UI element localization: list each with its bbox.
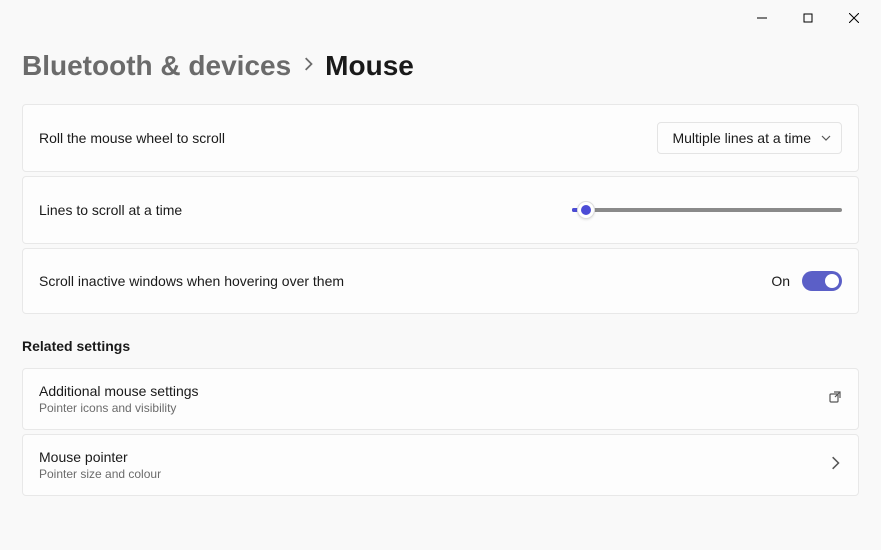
scroll-inactive-toggle[interactable] xyxy=(802,271,842,291)
mouse-pointer-link[interactable]: Mouse pointer Pointer size and colour xyxy=(22,434,859,496)
related-settings-heading: Related settings xyxy=(22,338,859,354)
link-title: Mouse pointer xyxy=(39,449,161,465)
scroll-mode-row: Roll the mouse wheel to scroll Multiple … xyxy=(22,104,859,172)
additional-mouse-settings-link[interactable]: Additional mouse settings Pointer icons … xyxy=(22,368,859,430)
minimize-icon xyxy=(757,13,767,23)
close-button[interactable] xyxy=(831,8,877,28)
maximize-icon xyxy=(803,13,813,23)
breadcrumb-parent[interactable]: Bluetooth & devices xyxy=(22,50,291,82)
slider-track xyxy=(572,208,842,212)
link-text-group: Additional mouse settings Pointer icons … xyxy=(39,383,199,415)
chevron-right-icon xyxy=(828,456,842,475)
lines-to-scroll-slider[interactable] xyxy=(572,200,842,220)
maximize-button[interactable] xyxy=(785,8,831,28)
close-icon xyxy=(849,13,859,23)
breadcrumb: Bluetooth & devices Mouse xyxy=(22,50,859,82)
toggle-knob xyxy=(825,274,839,288)
chevron-right-icon xyxy=(303,57,313,76)
scroll-mode-value: Multiple lines at a time xyxy=(672,130,811,146)
scroll-mode-dropdown[interactable]: Multiple lines at a time xyxy=(657,122,842,154)
main-content: Bluetooth & devices Mouse Roll the mouse… xyxy=(0,30,881,496)
scroll-inactive-label: Scroll inactive windows when hovering ov… xyxy=(39,273,344,289)
link-subtitle: Pointer size and colour xyxy=(39,467,161,481)
external-link-icon xyxy=(828,390,842,409)
chevron-down-icon xyxy=(821,133,831,143)
link-subtitle: Pointer icons and visibility xyxy=(39,401,199,415)
scroll-mode-label: Roll the mouse wheel to scroll xyxy=(39,130,225,146)
window-controls xyxy=(0,0,881,30)
toggle-state-text: On xyxy=(771,273,790,289)
minimize-button[interactable] xyxy=(739,8,785,28)
link-text-group: Mouse pointer Pointer size and colour xyxy=(39,449,161,481)
slider-thumb[interactable] xyxy=(577,201,595,219)
lines-to-scroll-row: Lines to scroll at a time xyxy=(22,176,859,244)
toggle-wrap: On xyxy=(771,271,842,291)
page-title: Mouse xyxy=(325,50,414,82)
link-title: Additional mouse settings xyxy=(39,383,199,399)
lines-to-scroll-label: Lines to scroll at a time xyxy=(39,202,182,218)
scroll-inactive-row: Scroll inactive windows when hovering ov… xyxy=(22,248,859,314)
